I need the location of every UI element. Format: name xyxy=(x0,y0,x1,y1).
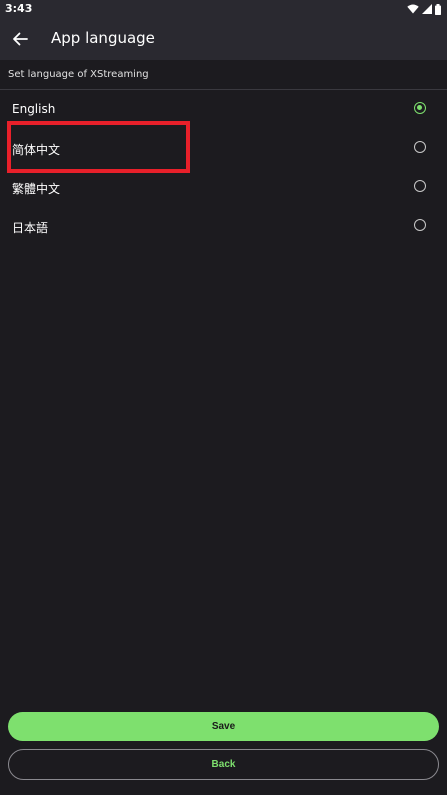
signal-icon xyxy=(422,4,432,14)
highlight-annotation-box xyxy=(7,121,190,173)
save-button[interactable]: Save xyxy=(8,712,439,741)
battery-icon xyxy=(435,3,441,15)
radio-unselected-icon[interactable] xyxy=(414,219,426,231)
language-label: English xyxy=(12,102,56,116)
radio-unselected-icon[interactable] xyxy=(414,141,426,153)
status-icons xyxy=(407,2,441,16)
app-screen: 3:43 App language Set language of XStrea… xyxy=(0,0,447,795)
language-option-traditional-chinese[interactable]: 繁體中文 xyxy=(0,168,447,207)
status-time: 3:43 xyxy=(5,2,33,15)
app-bar: App language xyxy=(0,18,447,60)
radio-unselected-icon[interactable] xyxy=(414,180,426,192)
page-title: App language xyxy=(51,29,155,47)
section-header-text: Set language of XStreaming xyxy=(8,69,149,80)
language-option-japanese[interactable]: 日本語 xyxy=(0,207,447,246)
back-button[interactable]: Back xyxy=(8,749,439,780)
wifi-icon xyxy=(407,4,419,14)
section-header: Set language of XStreaming xyxy=(0,60,447,90)
language-label: 繁體中文 xyxy=(12,182,61,196)
radio-selected-icon[interactable] xyxy=(414,102,426,114)
arrow-left-icon[interactable] xyxy=(11,30,29,48)
language-label: 日本語 xyxy=(12,221,49,235)
status-bar: 3:43 xyxy=(0,0,447,18)
